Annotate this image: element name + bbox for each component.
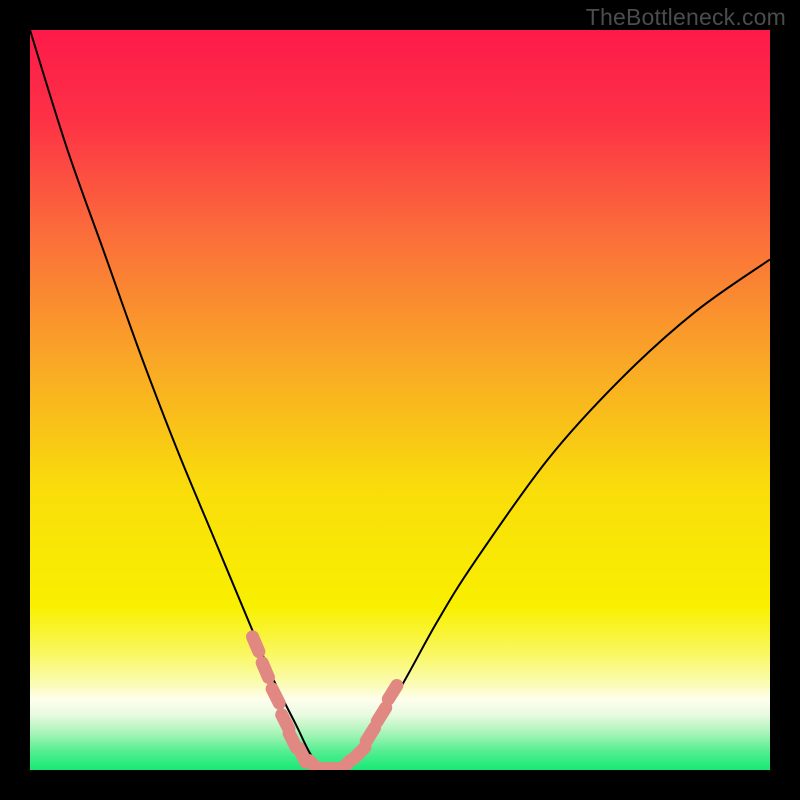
chart-svg [30,30,770,770]
marker [366,728,374,742]
chart-frame: { "watermark": "TheBottleneck.com", "col… [0,0,800,800]
plot-area [30,30,770,770]
marker [388,686,396,700]
marker [354,747,365,758]
marker [272,689,279,703]
marker [262,663,268,678]
watermark-text: TheBottleneck.com [586,4,786,31]
marker [377,708,385,722]
gradient-bg [30,30,770,770]
marker [253,637,259,652]
